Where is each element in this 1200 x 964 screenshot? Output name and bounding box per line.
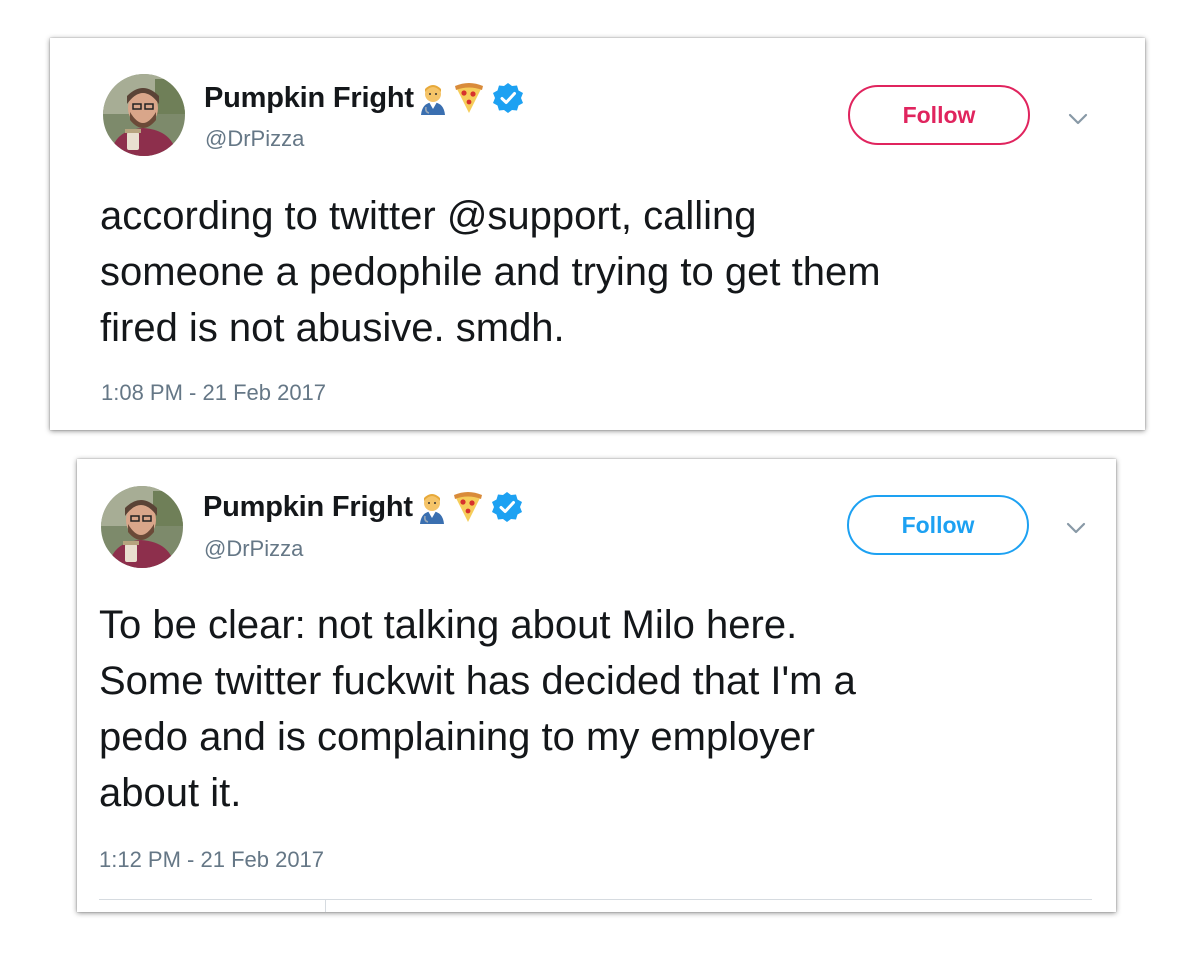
tweet-text: To be clear: not talking about Milo here…	[99, 603, 856, 815]
display-name[interactable]: Pumpkin Fright	[203, 491, 413, 524]
man-health-worker-emoji-icon	[415, 490, 449, 524]
tweet-card: Pumpkin Fright	[50, 38, 1145, 430]
chevron-down-icon[interactable]	[1063, 519, 1089, 537]
tweet-timestamp[interactable]: 1:12 PM - 21 Feb 2017	[99, 847, 324, 873]
name-row: Pumpkin Fright	[203, 487, 523, 527]
user-handle[interactable]: @DrPizza	[204, 536, 303, 562]
tweet-text: according to twitter @support, calling s…	[100, 194, 881, 350]
display-name[interactable]: Pumpkin Fright	[204, 82, 414, 115]
name-row: Pumpkin Fright	[204, 78, 524, 118]
follow-button[interactable]: Follow	[848, 85, 1030, 145]
pizza-emoji-icon	[451, 490, 485, 524]
chevron-down-icon[interactable]	[1065, 110, 1091, 128]
avatar[interactable]	[103, 74, 185, 156]
man-health-worker-emoji-icon	[416, 81, 450, 115]
pizza-emoji-icon	[452, 81, 486, 115]
divider	[325, 899, 326, 912]
verified-badge-icon	[492, 82, 524, 114]
tweet-timestamp[interactable]: 1:08 PM - 21 Feb 2017	[101, 380, 326, 406]
avatar[interactable]	[101, 486, 183, 568]
user-handle[interactable]: @DrPizza	[205, 126, 304, 152]
tweet-card: Pumpkin Fright	[77, 459, 1116, 912]
divider	[99, 899, 1092, 900]
follow-button[interactable]: Follow	[847, 495, 1029, 555]
verified-badge-icon	[491, 491, 523, 523]
